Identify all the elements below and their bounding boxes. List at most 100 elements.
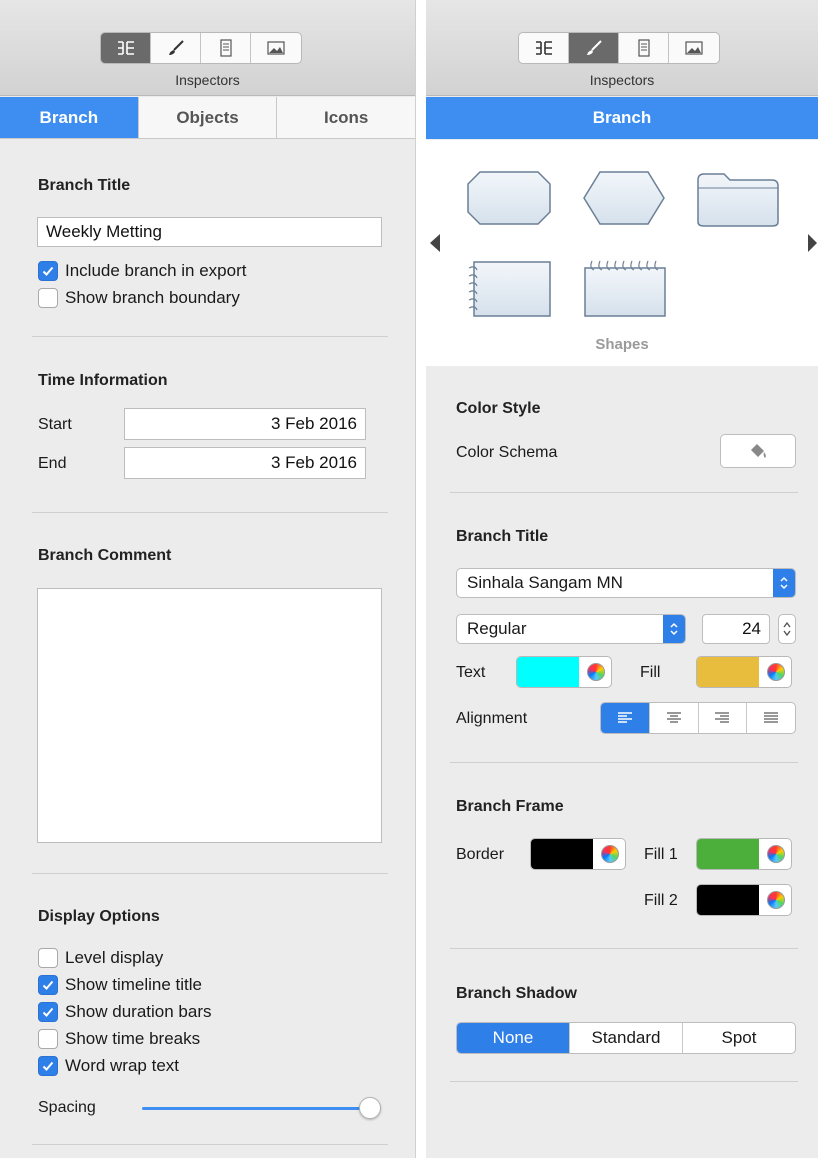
branch-comment-heading: Branch Comment [38, 547, 172, 564]
end-date-field[interactable]: 3 Feb 2016 [124, 447, 366, 479]
inspector-switcher [518, 32, 720, 64]
branch-frame-heading: Branch Frame [456, 798, 564, 815]
section-divider [450, 492, 798, 493]
align-left-icon [617, 712, 632, 723]
select-arrows-icon [773, 569, 795, 597]
level-display-label: Level display [65, 948, 164, 967]
hierarchy-inspector-button[interactable] [101, 33, 151, 63]
branch-title-heading: Branch Title [38, 177, 131, 194]
branch-comment-textarea[interactable] [37, 588, 382, 843]
notebook-top-shape[interactable] [582, 258, 668, 320]
spacing-slider-track[interactable] [142, 1107, 368, 1110]
inspectors-title: Inspectors [175, 72, 240, 88]
align-right-button[interactable] [699, 703, 748, 733]
text-color-label: Text [456, 664, 486, 681]
shapes-gallery: Shapes [426, 140, 818, 366]
folder-shape[interactable] [696, 170, 780, 228]
border-color-swatch [531, 839, 593, 869]
fill-color-swatch [697, 657, 759, 687]
shadow-standard-option[interactable]: Standard [570, 1023, 683, 1053]
hierarchy-inspector-button[interactable] [519, 33, 569, 63]
inspector-panel-style: Inspectors Branch Shapes Color Style Col… [426, 0, 818, 1158]
show-timeline-title-option[interactable]: Show timeline title [38, 974, 202, 996]
font-style-select[interactable]: Regular [456, 614, 686, 644]
border-color-label: Border [456, 846, 505, 863]
octagon-shape[interactable] [466, 170, 552, 226]
align-center-button[interactable] [650, 703, 699, 733]
font-size-stepper[interactable] [778, 614, 796, 644]
show-boundary-checkbox[interactable] [38, 288, 58, 308]
tab-branch[interactable]: Branch [426, 97, 818, 139]
fill1-color-label: Fill 1 [644, 846, 678, 863]
style-inspector-button[interactable] [151, 33, 201, 63]
inspector-switcher [100, 32, 302, 64]
start-date-field[interactable]: 3 Feb 2016 [124, 408, 366, 440]
level-display-option[interactable]: Level display [38, 947, 163, 969]
checkmark-icon [42, 980, 54, 990]
hexagon-shape[interactable] [582, 170, 666, 226]
color-wheel-icon [587, 663, 605, 681]
previous-arrow-icon[interactable] [428, 232, 442, 254]
hierarchy-icon [117, 41, 134, 55]
next-arrow-icon[interactable] [806, 232, 818, 254]
align-right-icon [715, 712, 730, 723]
inspector-toolbar: Inspectors [0, 0, 415, 96]
show-timeline-title-label: Show timeline title [65, 975, 203, 994]
word-wrap-checkbox[interactable] [38, 1056, 58, 1076]
show-duration-bars-option[interactable]: Show duration bars [38, 1001, 211, 1023]
section-divider [450, 762, 798, 763]
font-size-field[interactable]: 24 [702, 614, 770, 644]
show-time-breaks-checkbox[interactable] [38, 1029, 58, 1049]
level-display-checkbox[interactable] [38, 948, 58, 968]
include-in-export-label: Include branch in export [65, 261, 247, 280]
fill-color-well[interactable] [696, 656, 792, 688]
word-wrap-option[interactable]: Word wrap text [38, 1055, 179, 1077]
show-timeline-title-checkbox[interactable] [38, 975, 58, 995]
image-inspector-button[interactable] [251, 33, 301, 63]
spacing-slider-knob[interactable] [359, 1097, 381, 1119]
include-in-export-option[interactable]: Include branch in export [38, 260, 246, 282]
shadow-spot-option[interactable]: Spot [683, 1023, 795, 1053]
color-schema-label: Color Schema [456, 444, 558, 461]
section-divider [450, 1081, 798, 1082]
border-color-well[interactable] [530, 838, 626, 870]
shadow-none-option[interactable]: None [457, 1023, 570, 1053]
fill1-color-well[interactable] [696, 838, 792, 870]
show-duration-bars-checkbox[interactable] [38, 1002, 58, 1022]
shadow-style-control: None Standard Spot [456, 1022, 796, 1054]
image-icon [685, 41, 703, 55]
section-divider [32, 336, 388, 337]
start-label: Start [38, 416, 72, 433]
align-center-icon [666, 712, 681, 723]
align-justify-button[interactable] [747, 703, 795, 733]
document-inspector-button[interactable] [619, 33, 669, 63]
select-arrows-icon [663, 615, 685, 643]
section-divider [32, 512, 388, 513]
fill2-color-swatch [697, 885, 759, 915]
color-wheel-icon [767, 663, 785, 681]
word-wrap-label: Word wrap text [65, 1056, 180, 1075]
font-family-select[interactable]: Sinhala Sangam MN [456, 568, 796, 598]
align-left-button[interactable] [601, 703, 650, 733]
tab-objects[interactable]: Objects [138, 97, 278, 138]
tab-icons[interactable]: Icons [277, 97, 415, 138]
document-inspector-button[interactable] [201, 33, 251, 63]
image-inspector-button[interactable] [669, 33, 719, 63]
notebook-side-shape[interactable] [466, 258, 552, 320]
branch-title-input[interactable]: Weekly Metting [37, 217, 382, 247]
include-in-export-checkbox[interactable] [38, 261, 58, 281]
stepper-arrows-icon [783, 621, 791, 637]
fill2-color-well[interactable] [696, 884, 792, 916]
color-schema-button[interactable] [720, 434, 796, 468]
show-duration-bars-label: Show duration bars [65, 1002, 212, 1021]
style-inspector-button[interactable] [569, 33, 619, 63]
show-time-breaks-option[interactable]: Show time breaks [38, 1028, 200, 1050]
show-boundary-option[interactable]: Show branch boundary [38, 287, 240, 309]
shapes-label: Shapes [595, 336, 649, 353]
align-justify-icon [764, 712, 779, 723]
text-color-well[interactable] [516, 656, 612, 688]
tab-branch[interactable]: Branch [0, 97, 139, 138]
display-options-heading: Display Options [38, 908, 160, 925]
font-family-value: Sinhala Sangam MN [467, 573, 623, 592]
fill1-color-swatch [697, 839, 759, 869]
